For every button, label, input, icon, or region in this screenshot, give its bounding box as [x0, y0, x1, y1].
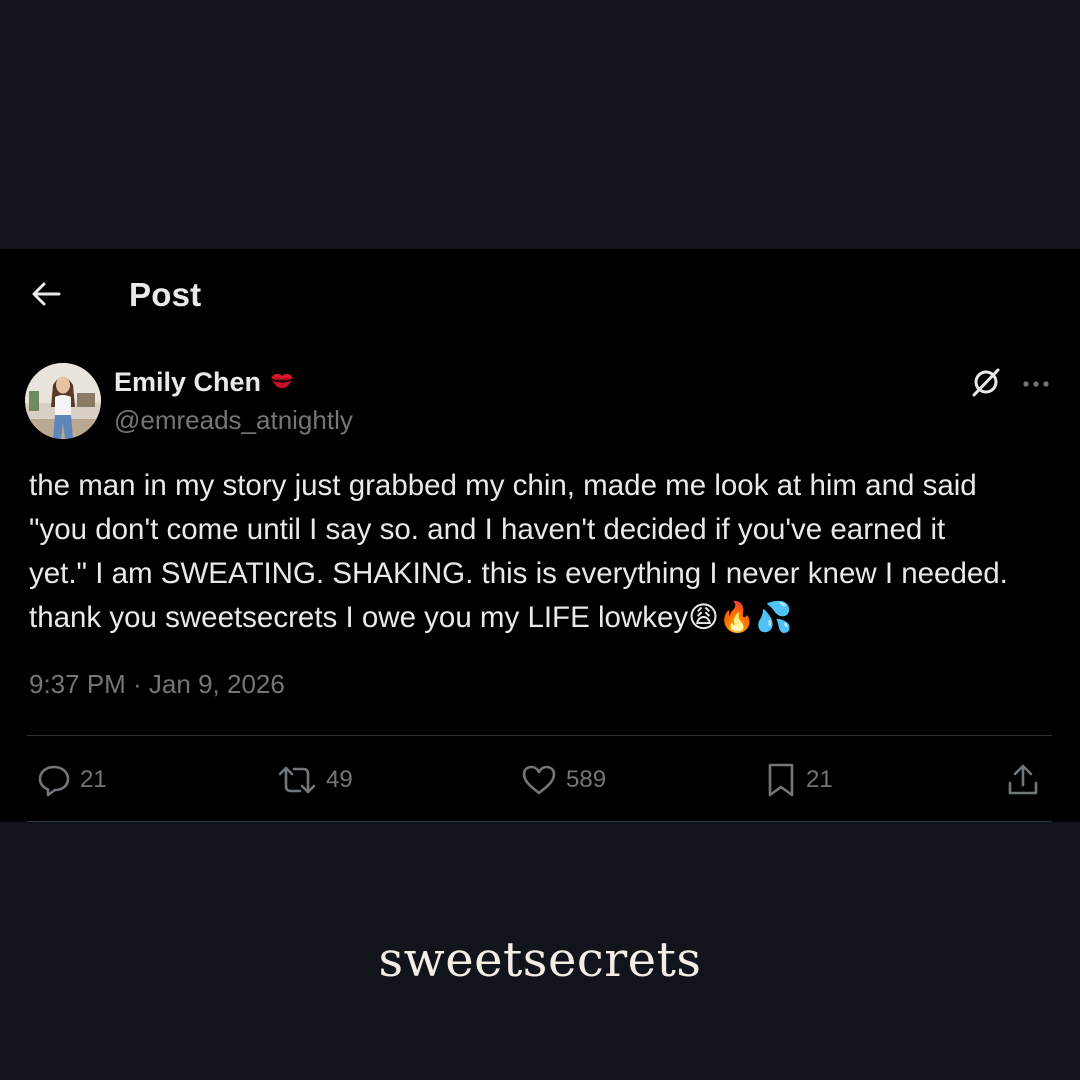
- back-button[interactable]: [28, 280, 64, 312]
- arrow-left-icon: [31, 281, 61, 312]
- repost-button[interactable]: 49: [276, 756, 353, 804]
- avatar[interactable]: [25, 363, 101, 439]
- heart-icon: [520, 762, 558, 798]
- grok-icon: [970, 366, 1002, 403]
- bookmark-count: 21: [806, 766, 833, 793]
- repost-count: 49: [326, 766, 353, 793]
- divider-bottom: [27, 821, 1052, 822]
- share-icon: [1004, 761, 1042, 799]
- bookmark-icon: [764, 761, 798, 799]
- page-title: Post: [129, 276, 202, 313]
- repost-icon: [276, 762, 318, 798]
- more-options-button[interactable]: [1016, 366, 1056, 402]
- author-name: Emily Chen: [114, 367, 262, 397]
- reply-count: 21: [80, 766, 107, 793]
- post-text: the man in my story just grabbed my chin…: [29, 469, 1008, 634]
- like-count: 589: [566, 766, 607, 793]
- author-handle[interactable]: @emreads_atnightly: [114, 405, 353, 436]
- like-button[interactable]: 589: [520, 756, 606, 804]
- more-horizontal-icon: [1022, 375, 1050, 393]
- reply-icon: [36, 762, 72, 798]
- divider-top: [27, 735, 1052, 736]
- bookmark-button[interactable]: 21: [764, 756, 833, 804]
- kiss-mark-icon: [269, 367, 295, 398]
- grok-button[interactable]: [966, 366, 1006, 402]
- reply-button[interactable]: 21: [36, 756, 107, 804]
- share-button[interactable]: [1004, 756, 1042, 804]
- post-timestamp[interactable]: 9:37 PM · Jan 9, 2026: [29, 669, 285, 700]
- brand-wordmark: sweetsecrets: [378, 932, 702, 988]
- author-name-row[interactable]: Emily Chen: [114, 367, 295, 398]
